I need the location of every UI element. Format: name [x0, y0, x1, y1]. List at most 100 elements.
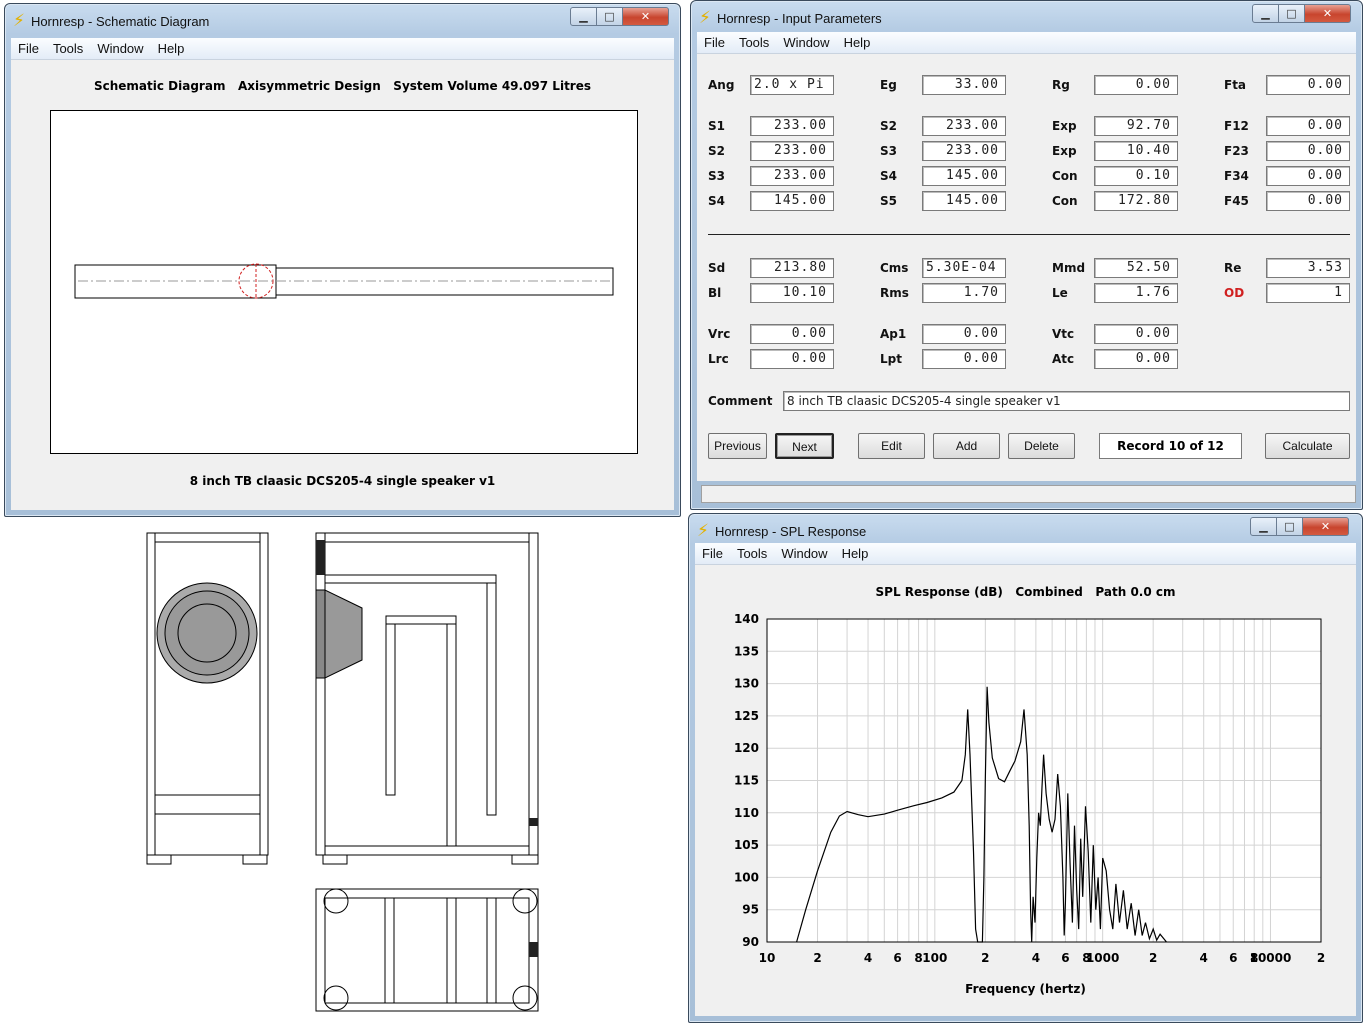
x-axis-label: Frequency (hertz): [965, 982, 1086, 996]
label-con-2: Con: [1052, 194, 1078, 208]
label-f34: F34: [1224, 169, 1249, 183]
label-mmd: Mmd: [1052, 261, 1086, 275]
field-s3-col2[interactable]: 233.00: [922, 141, 1006, 161]
cabinet-side-view: [315, 532, 539, 865]
menu-tools[interactable]: Tools: [46, 41, 90, 56]
field-f12[interactable]: 0.00: [1266, 116, 1350, 136]
window-title: Hornresp - Schematic Diagram: [30, 13, 210, 29]
field-s1[interactable]: 233.00: [750, 116, 834, 136]
field-vrc[interactable]: 0.00: [750, 324, 834, 344]
maximize-button[interactable]: □: [1279, 4, 1305, 23]
close-button[interactable]: ✕: [1305, 4, 1351, 23]
field-s5[interactable]: 145.00: [922, 191, 1006, 211]
x-tick-label: 100: [922, 951, 947, 965]
field-od[interactable]: 1: [1266, 283, 1350, 303]
hornresp-app-icon: ⚡: [13, 11, 25, 31]
label-exp-2: Exp: [1052, 144, 1077, 158]
field-s4[interactable]: 145.00: [750, 191, 834, 211]
label-ap1: Ap1: [880, 327, 907, 341]
schematic-window: ⚡ Hornresp - Schematic Diagram ▁ □ ✕ Fil…: [4, 3, 681, 517]
field-ap1[interactable]: 0.00: [922, 324, 1006, 344]
menu-tools[interactable]: Tools: [732, 35, 776, 50]
label-f23: F23: [1224, 144, 1249, 158]
label-rms: Rms: [880, 286, 909, 300]
field-ang[interactable]: 2.0 x Pi: [750, 75, 834, 95]
calculate-button[interactable]: Calculate: [1265, 433, 1350, 459]
menu-help[interactable]: Help: [837, 35, 878, 50]
hornresp-app-icon: ⚡: [697, 521, 709, 541]
field-rg[interactable]: 0.00: [1094, 75, 1178, 95]
label-atc: Atc: [1052, 352, 1075, 366]
next-button[interactable]: Next: [775, 433, 834, 459]
field-con-1[interactable]: 0.10: [1094, 166, 1178, 186]
window-title: Hornresp - SPL Response: [714, 523, 867, 539]
window-controls: ▁ □ ✕: [570, 7, 669, 26]
field-exp-1[interactable]: 92.70: [1094, 116, 1178, 136]
y-tick-label: 130: [734, 677, 759, 691]
y-tick-label: 115: [734, 774, 759, 788]
label-lrc: Lrc: [708, 352, 729, 366]
hornresp-app-icon: ⚡: [699, 8, 711, 28]
label-eg: Eg: [880, 78, 897, 92]
y-tick-label: 120: [734, 741, 759, 755]
minimize-button[interactable]: ▁: [1250, 517, 1277, 536]
field-f34[interactable]: 0.00: [1266, 166, 1350, 186]
label-s4: S4: [708, 194, 725, 208]
field-f45[interactable]: 0.00: [1266, 191, 1350, 211]
menu-file[interactable]: File: [697, 35, 732, 50]
previous-button[interactable]: Previous: [708, 433, 767, 459]
close-button[interactable]: ✕: [1303, 517, 1349, 536]
field-s2[interactable]: 233.00: [750, 141, 834, 161]
field-bl[interactable]: 10.10: [750, 283, 834, 303]
field-le[interactable]: 1.76: [1094, 283, 1178, 303]
field-eg[interactable]: 33.00: [922, 75, 1006, 95]
maximize-button[interactable]: □: [1277, 517, 1303, 536]
field-s3[interactable]: 233.00: [750, 166, 834, 186]
menu-help[interactable]: Help: [151, 41, 192, 56]
window-controls: ▁ □ ✕: [1250, 517, 1349, 536]
label-s2-col2: S2: [880, 119, 897, 133]
menu-window[interactable]: Window: [776, 35, 836, 50]
menu-window[interactable]: Window: [90, 41, 150, 56]
field-sd[interactable]: 213.80: [750, 258, 834, 278]
minimize-button[interactable]: ▁: [1252, 4, 1279, 23]
label-cms: Cms: [880, 261, 909, 275]
delete-button[interactable]: Delete: [1008, 433, 1075, 459]
comment-field[interactable]: 8 inch TB claasic DCS205-4 single speake…: [783, 391, 1350, 411]
field-con-2[interactable]: 172.80: [1094, 191, 1178, 211]
close-button[interactable]: ✕: [623, 7, 669, 26]
menu-file[interactable]: File: [695, 546, 730, 561]
field-lpt[interactable]: 0.00: [922, 349, 1006, 369]
field-cms[interactable]: 5.30E-04: [922, 258, 1006, 278]
menu-window[interactable]: Window: [774, 546, 834, 561]
field-rms[interactable]: 1.70: [922, 283, 1006, 303]
field-s2-col2[interactable]: 233.00: [922, 116, 1006, 136]
menu-help[interactable]: Help: [835, 546, 876, 561]
add-button[interactable]: Add: [933, 433, 1000, 459]
field-exp-2[interactable]: 10.40: [1094, 141, 1178, 161]
field-re[interactable]: 3.53: [1266, 258, 1350, 278]
label-f45: F45: [1224, 194, 1249, 208]
spl-client: SPL Response (dB) Combined Path 0.0 cm 1…: [695, 565, 1356, 1016]
field-mmd[interactable]: 52.50: [1094, 258, 1178, 278]
label-s3: S3: [708, 169, 725, 183]
x-tick-label: 10000: [1250, 951, 1292, 965]
cabinet-bottom-view: [315, 888, 539, 1012]
field-atc[interactable]: 0.00: [1094, 349, 1178, 369]
field-lrc[interactable]: 0.00: [750, 349, 834, 369]
menu-tools[interactable]: Tools: [730, 546, 774, 561]
field-vtc[interactable]: 0.00: [1094, 324, 1178, 344]
menu-file[interactable]: File: [11, 41, 46, 56]
label-sd: Sd: [708, 261, 726, 275]
maximize-button[interactable]: □: [597, 7, 623, 26]
field-f23[interactable]: 0.00: [1266, 141, 1350, 161]
field-s4-col2[interactable]: 145.00: [922, 166, 1006, 186]
field-fta[interactable]: 0.00: [1266, 75, 1350, 95]
input-parameters-window: ⚡ Hornresp - Input Parameters ▁ □ ✕ File…: [690, 0, 1363, 510]
record-indicator: Record 10 of 12: [1099, 433, 1242, 459]
edit-button[interactable]: Edit: [858, 433, 925, 459]
x-tick-label: 6: [893, 951, 901, 965]
window-controls: ▁ □ ✕: [1252, 4, 1351, 23]
minimize-button[interactable]: ▁: [570, 7, 597, 26]
x-tick-label: 2: [813, 951, 821, 965]
